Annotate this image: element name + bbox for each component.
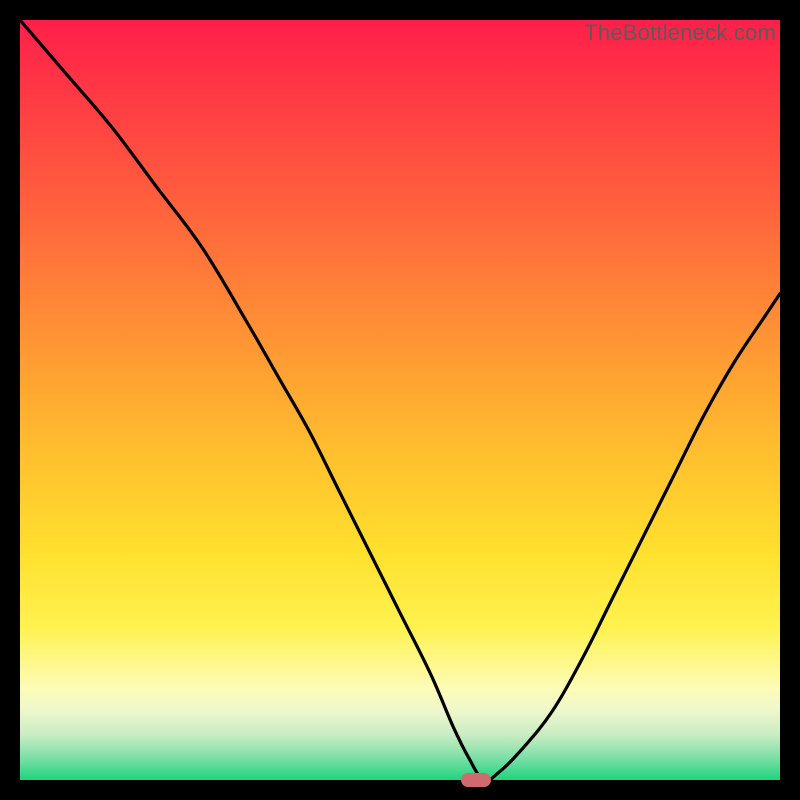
chart-frame: TheBottleneck.com: [0, 0, 800, 800]
optimal-point-marker: [461, 773, 491, 787]
bottleneck-curve: [20, 20, 780, 780]
plot-area: TheBottleneck.com: [20, 20, 780, 780]
